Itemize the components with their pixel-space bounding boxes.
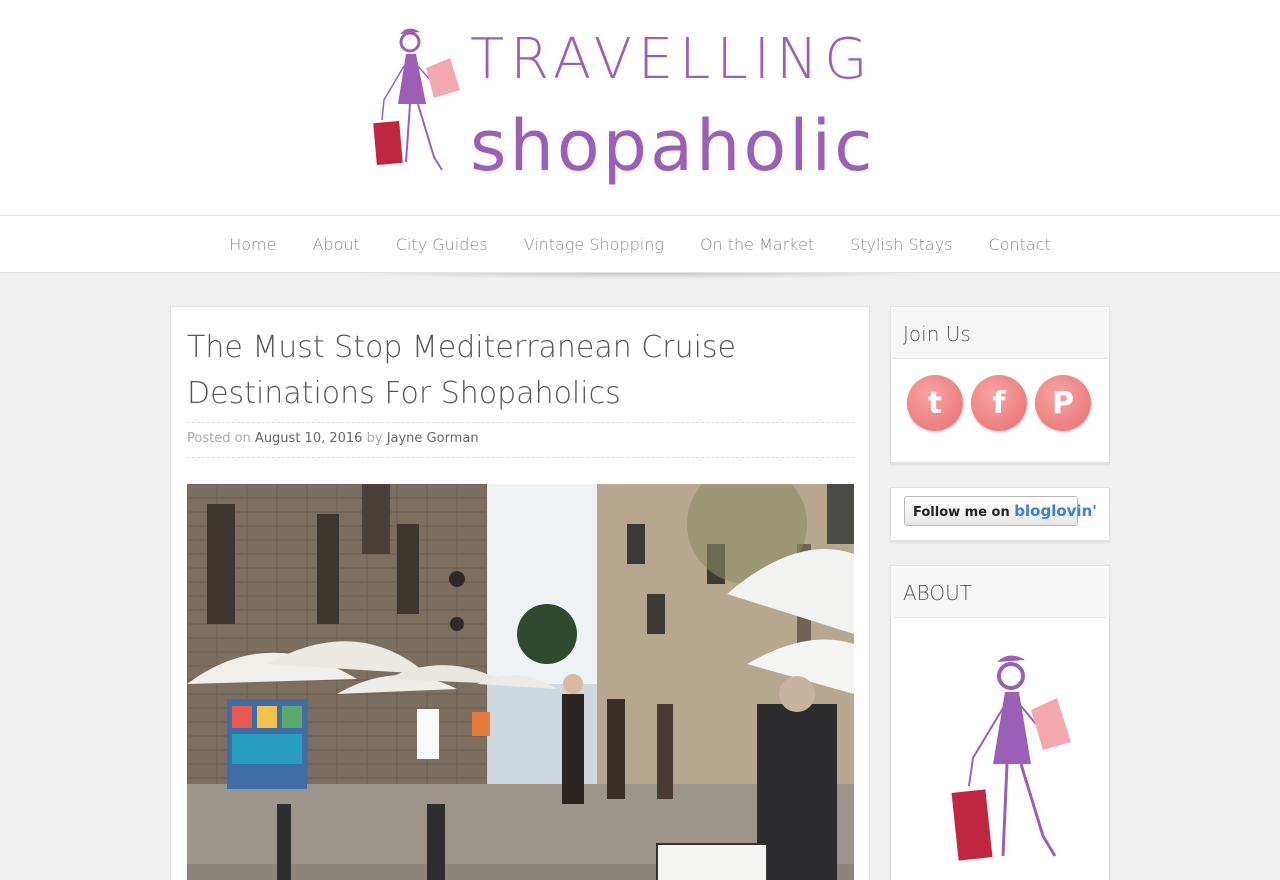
- site-header: TRAVELLING shopaholic: [0, 0, 1280, 215]
- bloglovin-prefix: Follow me on: [913, 505, 1010, 520]
- by-label: by: [366, 431, 383, 446]
- logo-line-shopaholic: shopaholic: [470, 105, 876, 187]
- logo-wordmark: TRAVELLING shopaholic: [470, 22, 915, 197]
- bloglovin-follow-button[interactable]: Follow me on bloglovin': [904, 496, 1097, 526]
- nav-item-home[interactable]: Home: [211, 235, 294, 254]
- author-link[interactable]: Jayne Gorman: [387, 431, 479, 446]
- site-logo[interactable]: TRAVELLING shopaholic: [370, 22, 915, 197]
- logo-line-travelling: TRAVELLING: [470, 27, 874, 92]
- meta-divider-bottom: [187, 457, 854, 458]
- meta-divider-top: [187, 422, 854, 423]
- article-meta: Posted on August 10, 2016 by Jayne Gorma…: [187, 431, 479, 446]
- market-scene-image: [187, 484, 854, 880]
- pinterest-icon[interactable]: P: [1035, 375, 1091, 431]
- post-date-link[interactable]: August 10, 2016: [255, 431, 363, 446]
- posted-on-label: Posted on: [187, 431, 251, 446]
- nav-shadow: [330, 273, 950, 279]
- bloglovin-widget: Follow me on bloglovin': [890, 487, 1110, 541]
- about-title: ABOUT: [893, 568, 1107, 618]
- nav-list: Home About City Guides Vintage Shopping …: [0, 216, 1280, 272]
- shopper-figure-icon: [373, 28, 460, 171]
- facebook-icon[interactable]: f: [971, 375, 1027, 431]
- hero-photo: [187, 484, 854, 880]
- nav-item-on-the-market[interactable]: On the Market: [682, 235, 832, 254]
- nav-item-contact[interactable]: Contact: [971, 235, 1069, 254]
- nav-item-about[interactable]: About: [294, 235, 377, 254]
- nav-item-vintage-shopping[interactable]: Vintage Shopping: [506, 235, 682, 254]
- join-us-title: Join Us: [893, 309, 1107, 359]
- article-card: The Must Stop Mediterranean Cruise Desti…: [170, 306, 870, 880]
- article-title[interactable]: The Must Stop Mediterranean Cruise Desti…: [187, 325, 857, 417]
- main-navigation: Home About City Guides Vintage Shopping …: [0, 215, 1280, 273]
- bloglovin-brand: bloglovin': [1014, 502, 1097, 520]
- twitter-icon[interactable]: t: [907, 375, 963, 431]
- about-widget: ABOUT: [890, 565, 1110, 880]
- nav-item-stylish-stays[interactable]: Stylish Stays: [832, 235, 970, 254]
- nav-item-city-guides[interactable]: City Guides: [378, 235, 506, 254]
- join-us-widget: Join Us t f P: [890, 306, 1110, 463]
- shopper-figure-icon: [951, 655, 1071, 861]
- social-icons: t f P: [907, 375, 1097, 431]
